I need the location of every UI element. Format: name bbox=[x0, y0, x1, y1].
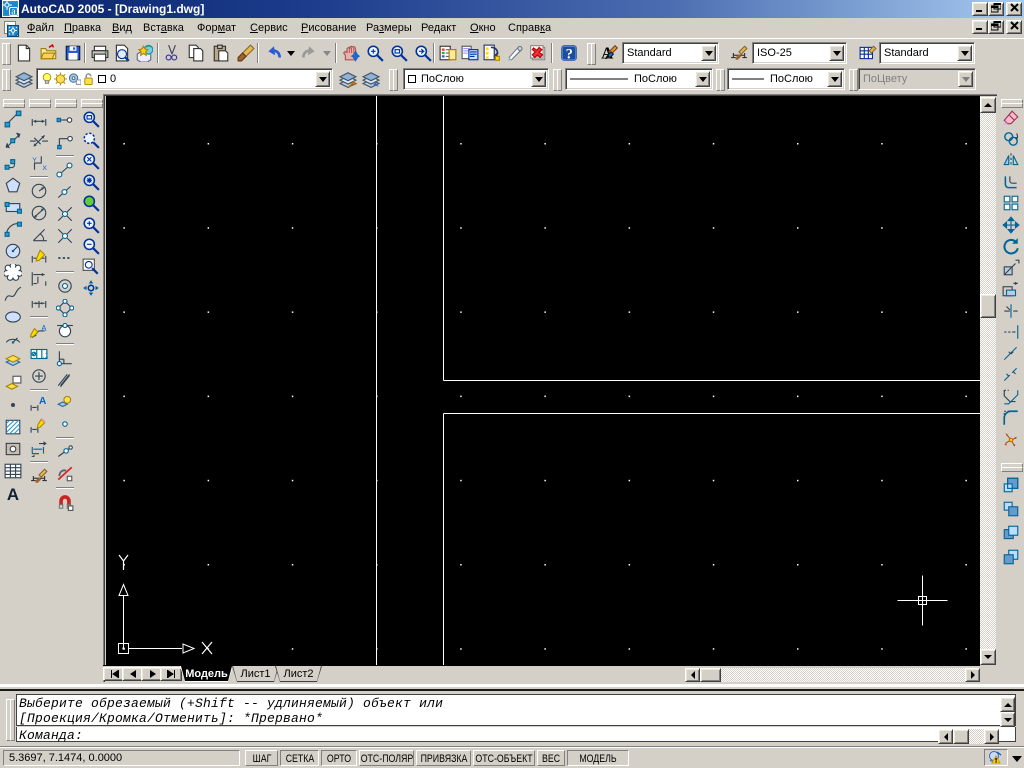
svg-text:a: a bbox=[11, 7, 16, 18]
